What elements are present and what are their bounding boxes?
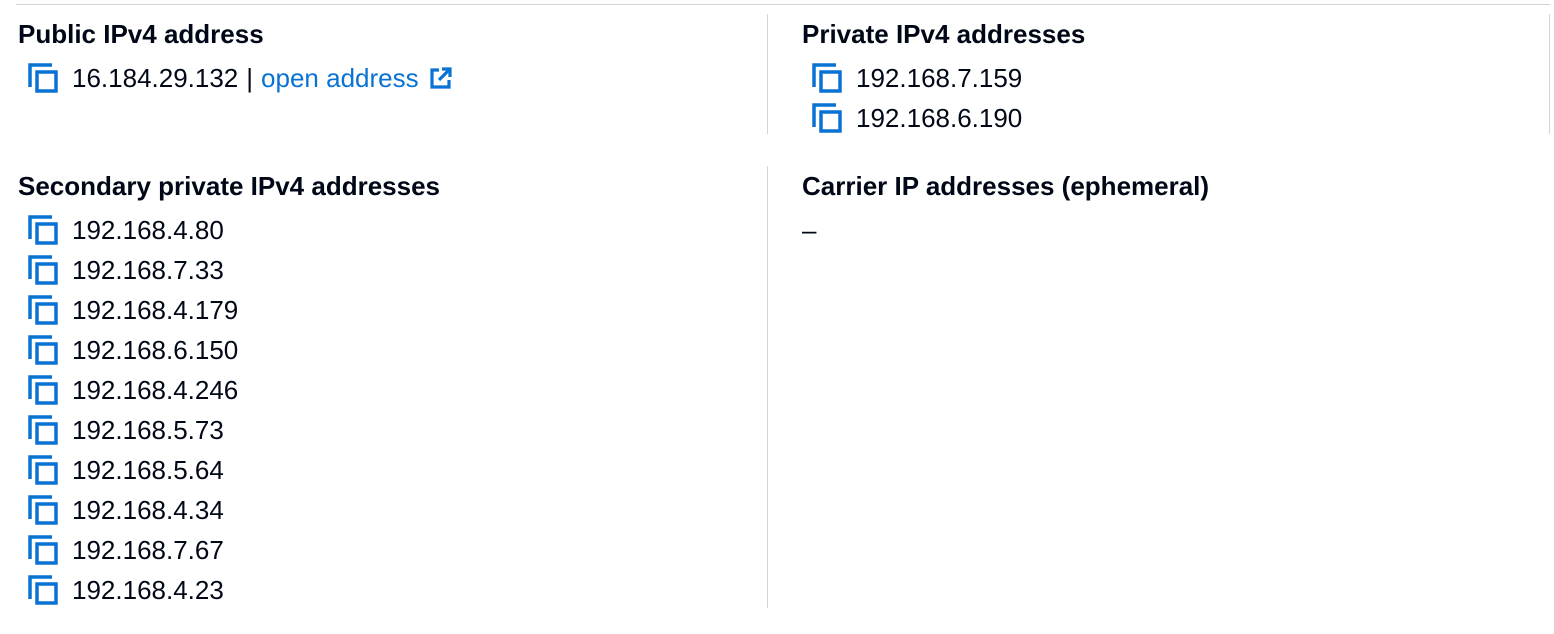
copy-icon[interactable]: [26, 373, 60, 407]
public-ipv4-label: Public IPv4 address: [18, 19, 264, 49]
copy-icon[interactable]: [26, 493, 60, 527]
secondary-ipv4-value: 192.168.5.64: [72, 455, 224, 485]
open-address-link-label: open address: [261, 62, 419, 93]
secondary-ipv4-row: 192.168.5.73: [18, 410, 440, 450]
secondary-ipv4-row: 192.168.4.80: [18, 210, 440, 250]
copy-icon[interactable]: [26, 61, 60, 95]
secondary-ipv4-row: 192.168.6.150: [18, 330, 440, 370]
copy-icon[interactable]: [810, 61, 844, 95]
open-address-link[interactable]: open address: [261, 63, 453, 94]
secondary-ipv4-row: 192.168.4.23: [18, 570, 440, 610]
secondary-ipv4-value: 192.168.4.246: [72, 375, 239, 405]
private-ipv4-row: 192.168.7.159: [802, 58, 1085, 98]
carrier-ip-value: –: [802, 215, 817, 245]
public-ipv4-row: 16.184.29.132 | open address: [18, 58, 453, 98]
private-ipv4-value: 192.168.7.159: [856, 63, 1023, 93]
copy-icon[interactable]: [26, 253, 60, 287]
secondary-ipv4-row: 192.168.5.64: [18, 450, 440, 490]
column-divider: [767, 166, 768, 608]
secondary-ipv4-row: 192.168.7.67: [18, 530, 440, 570]
private-ipv4-row: 192.168.6.190: [802, 98, 1085, 138]
copy-icon[interactable]: [26, 293, 60, 327]
external-link-icon: [429, 66, 453, 90]
carrier-ip-section: Carrier IP addresses (ephemeral) –: [802, 170, 1209, 250]
secondary-ipv4-value: 192.168.4.23: [72, 575, 224, 605]
private-ipv4-label: Private IPv4 addresses: [802, 19, 1086, 49]
carrier-ip-label: Carrier IP addresses (ephemeral): [802, 171, 1210, 201]
top-divider: [16, 4, 1550, 5]
column-divider: [767, 14, 768, 134]
secondary-ipv4-value: 192.168.5.73: [72, 415, 224, 445]
secondary-ipv4-row: 192.168.4.246: [18, 370, 440, 410]
secondary-ipv4-value: 192.168.4.179: [72, 295, 239, 325]
copy-icon[interactable]: [26, 413, 60, 447]
copy-icon[interactable]: [26, 533, 60, 567]
copy-icon[interactable]: [26, 573, 60, 607]
secondary-ipv4-value: 192.168.7.33: [72, 255, 224, 285]
public-ipv4-section: Public IPv4 address 16.184.29.132 | open…: [18, 18, 453, 98]
copy-icon[interactable]: [810, 101, 844, 135]
secondary-ipv4-value: 192.168.4.34: [72, 495, 224, 525]
secondary-private-ipv4-section: Secondary private IPv4 addresses 192.168…: [18, 170, 440, 610]
private-ipv4-value: 192.168.6.190: [856, 103, 1023, 133]
private-ipv4-section: Private IPv4 addresses 192.168.7.159 192…: [802, 18, 1085, 138]
copy-icon[interactable]: [26, 453, 60, 487]
copy-icon[interactable]: [26, 333, 60, 367]
copy-icon[interactable]: [26, 213, 60, 247]
secondary-ipv4-row: 192.168.4.179: [18, 290, 440, 330]
separator: |: [246, 62, 254, 93]
secondary-ipv4-value: 192.168.4.80: [72, 215, 224, 245]
public-ipv4-value: 16.184.29.132: [72, 63, 239, 93]
secondary-private-ipv4-label: Secondary private IPv4 addresses: [18, 171, 441, 201]
secondary-ipv4-value: 192.168.6.150: [72, 335, 239, 365]
secondary-ipv4-row: 192.168.7.33: [18, 250, 440, 290]
column-divider: [1549, 14, 1550, 134]
secondary-ipv4-value: 192.168.7.67: [72, 535, 224, 565]
copy-icon: [28, 63, 58, 93]
secondary-ipv4-row: 192.168.4.34: [18, 490, 440, 530]
